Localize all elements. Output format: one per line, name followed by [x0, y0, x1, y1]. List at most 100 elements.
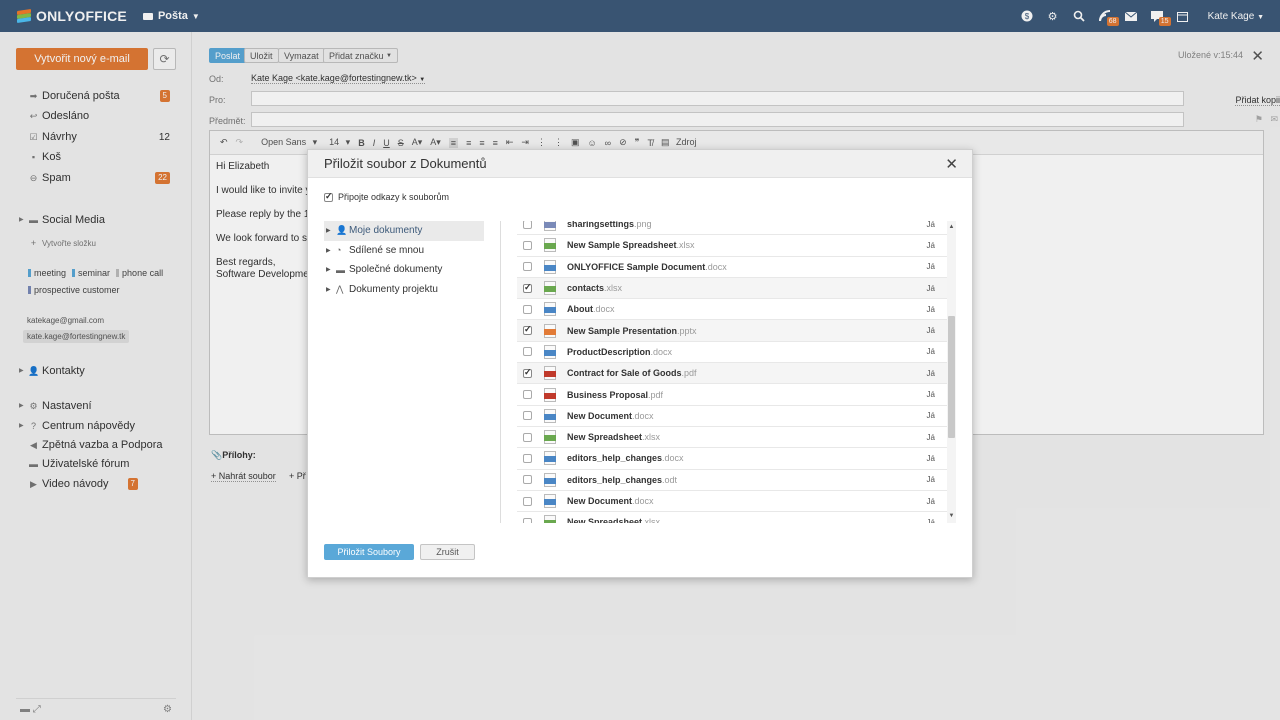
file-owner: Já	[926, 411, 935, 421]
checkbox[interactable]	[523, 347, 532, 357]
checkbox[interactable]	[523, 453, 532, 463]
file-row[interactable]: editors_help_changes .odt Já	[517, 470, 947, 491]
user-icon: 👤	[336, 225, 348, 236]
file-name: ProductDescription	[567, 346, 651, 357]
file-name: contacts	[567, 283, 605, 294]
tree-item[interactable]: ▶ 👤 Moje dokumenty	[324, 221, 484, 241]
file-owner: Já	[926, 347, 935, 357]
attach-links-label: Připojte odkazy k souborům	[338, 192, 450, 202]
file-extension: .docx	[650, 346, 673, 357]
file-row[interactable]: About .docx Já	[517, 299, 947, 321]
share-icon: ◔	[336, 245, 342, 256]
file-name: New Sample Presentation	[567, 325, 678, 336]
file-extension: .pdf	[648, 389, 664, 400]
checkbox[interactable]	[523, 262, 532, 272]
file-extension: .docx	[662, 453, 684, 464]
file-row[interactable]: New Document .docx Já	[517, 491, 947, 513]
file-row[interactable]: contacts.xlsx Já	[517, 277, 947, 300]
file-icon	[544, 387, 556, 402]
file-name: New Sample Spreadsheet	[567, 240, 677, 251]
expand-arrow-icon[interactable]: ▶	[326, 247, 336, 254]
file-row[interactable]: New Sample Presentation.pptx Já	[517, 320, 947, 342]
file-row[interactable]: New Spreadsheet .xlsx Já	[517, 512, 947, 523]
dialog-header: Přiložit soubor z Dokumentů ✕	[308, 150, 972, 178]
expand-arrow-icon[interactable]: ▶	[326, 286, 336, 293]
file-name: editors_help_changes	[567, 474, 663, 485]
attach-from-documents-dialog: Přiložit soubor z Dokumentů ✕ Připojte o…	[307, 149, 973, 578]
tree-item[interactable]: ▶ ◔ Sdílené se mnou	[324, 241, 484, 261]
project-icon: ⋀	[336, 283, 344, 294]
file-row[interactable]: sharingsettings .png Já	[517, 221, 947, 236]
file-row[interactable]: editors_help_changes .docx Já	[517, 448, 947, 470]
tree-item-label: Moje dokumenty	[349, 225, 423, 237]
close-icon[interactable]: ✕	[945, 155, 958, 173]
checkbox[interactable]	[523, 324, 532, 336]
tree-item-label: Dokumenty projektu	[349, 283, 438, 295]
checkbox[interactable]	[523, 282, 532, 293]
file-extension: .docx	[632, 410, 654, 421]
file-icon	[544, 494, 556, 508]
file-owner: Já	[926, 432, 935, 442]
checkbox[interactable]	[523, 240, 532, 250]
file-extension: .docx	[632, 496, 654, 506]
checkbox[interactable]	[523, 390, 532, 400]
tree-item[interactable]: ▶ ▬ Společné dokumenty	[324, 260, 484, 280]
file-extension: .docx	[705, 261, 727, 272]
file-name: sharingsettings	[567, 221, 635, 230]
tree-item-label: Společné dokumenty	[349, 264, 443, 276]
checkbox[interactable]	[523, 411, 532, 421]
file-icon	[544, 221, 556, 232]
file-row[interactable]: New Spreadsheet .xlsx Já	[517, 427, 947, 449]
cancel-button[interactable]: Zrušit	[420, 544, 475, 560]
checkbox[interactable]	[523, 475, 532, 485]
scroll-thumb[interactable]	[948, 316, 955, 438]
file-extension: .png	[634, 221, 652, 230]
file-row[interactable]: ONLYOFFICE Sample Document .docx Já	[517, 257, 947, 278]
file-owner: Já	[926, 304, 935, 314]
file-icon	[544, 366, 556, 381]
file-extension: .pdf	[681, 368, 697, 379]
file-name: New Spreadsheet	[567, 432, 643, 443]
file-extension: .pptx	[677, 325, 697, 336]
tree-item[interactable]: ▶ ⋀ Dokumenty projektu	[324, 280, 484, 300]
attach-files-button[interactable]: Přiložit Soubory	[324, 544, 414, 560]
tree-item-label: Sdílené se mnou	[349, 244, 425, 256]
file-owner: Já	[926, 517, 935, 523]
file-owner: Já	[926, 262, 935, 272]
file-owner: Já	[926, 326, 935, 336]
expand-arrow-icon[interactable]: ▶	[326, 227, 336, 234]
checkbox[interactable]	[523, 221, 532, 229]
file-owner: Já	[926, 221, 935, 229]
file-extension: .xlsx	[604, 283, 623, 294]
file-name: Contract for Sale of Goods	[567, 368, 682, 379]
expand-arrow-icon[interactable]: ▶	[326, 266, 336, 273]
file-extension: .odt	[662, 474, 678, 485]
attach-links-checkbox[interactable]: Připojte odkazy k souborům	[324, 191, 450, 202]
file-list: sharingsettings .png Já New Sample Spreadsh…	[517, 221, 947, 523]
file-owner: Já	[926, 240, 935, 250]
checkbox[interactable]	[324, 191, 333, 202]
checkbox[interactable]	[523, 517, 532, 523]
file-row[interactable]: Business Proposal .pdf Já	[517, 384, 947, 406]
file-row[interactable]: Contract for Sale of Goods.pdf Já	[517, 363, 947, 385]
divider	[500, 221, 501, 523]
checkbox[interactable]	[523, 367, 532, 378]
file-icon	[544, 430, 556, 445]
file-name: About	[567, 304, 593, 315]
file-row[interactable]: ProductDescription .docx Já	[517, 342, 947, 364]
file-row[interactable]: New Sample Spreadsheet .xlsx Já	[517, 235, 947, 257]
file-list-scrollbar[interactable]: ▲ ▼	[947, 221, 956, 523]
file-row[interactable]: New Document .docx Já	[517, 406, 947, 427]
checkbox[interactable]	[523, 496, 532, 506]
file-owner: Já	[926, 368, 935, 378]
scroll-up-icon[interactable]: ▲	[947, 223, 956, 232]
scroll-down-icon[interactable]: ▼	[947, 512, 956, 521]
file-icon	[544, 238, 556, 253]
checkbox[interactable]	[523, 432, 532, 442]
checkbox[interactable]	[523, 304, 532, 314]
file-icon	[544, 259, 556, 274]
file-icon	[544, 281, 556, 296]
file-owner: Já	[926, 453, 935, 463]
file-extension: .xlsx	[676, 240, 695, 251]
file-name: New Document	[567, 410, 633, 421]
